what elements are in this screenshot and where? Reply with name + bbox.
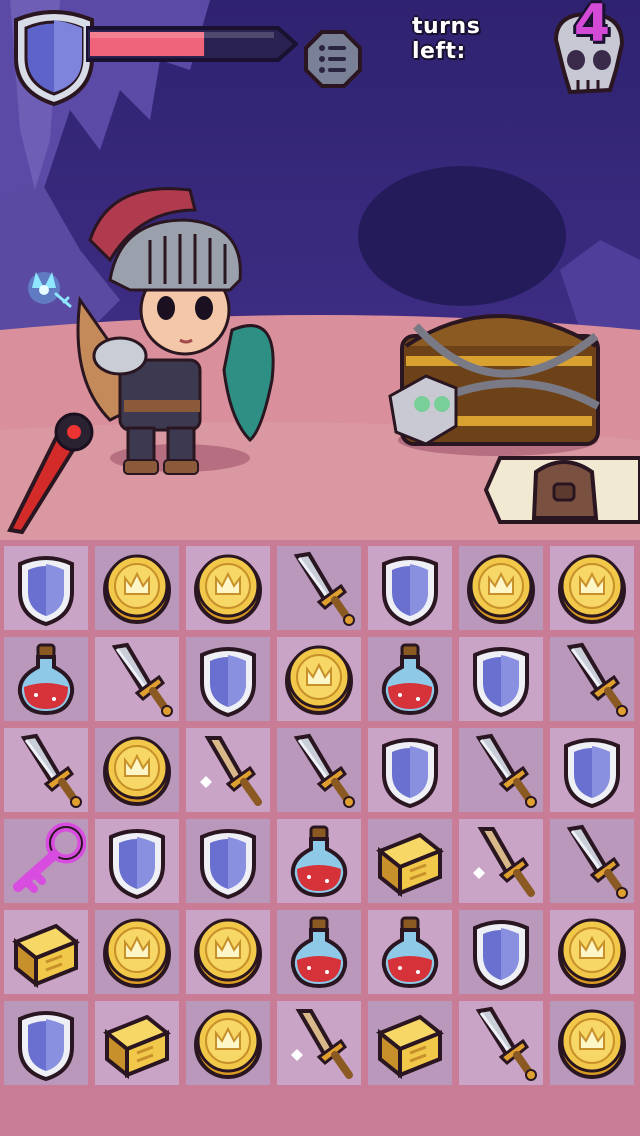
- board-tile[interactable]: [368, 728, 452, 812]
- key-icon: [13, 822, 86, 893]
- board-tile[interactable]: [277, 637, 361, 721]
- wood-sword-icon: [200, 736, 262, 806]
- potion-icon: [290, 916, 348, 989]
- coin-icon: [285, 645, 353, 715]
- board-tile[interactable]: [95, 910, 179, 994]
- board-tile[interactable]: [95, 637, 179, 721]
- sword-icon: [20, 733, 82, 808]
- board-tile[interactable]: [95, 1001, 179, 1085]
- board-tile[interactable]: [186, 1001, 270, 1085]
- gold-bar-icon: [12, 923, 80, 989]
- menu-button[interactable]: [304, 30, 362, 88]
- shield-icon: [382, 556, 438, 627]
- coin-icon: [194, 918, 262, 988]
- turns-left-count: 4: [573, 0, 611, 54]
- coin-icon: [558, 554, 626, 624]
- list-icon: [319, 45, 346, 73]
- hero-sword-icon: [7, 412, 94, 535]
- coin-icon: [558, 1009, 626, 1079]
- coin-icon: [194, 554, 262, 624]
- potion-icon: [17, 643, 75, 716]
- board-tile[interactable]: [95, 819, 179, 903]
- potion-icon: [381, 916, 439, 989]
- health-bar: [86, 26, 298, 62]
- loot-bag-slot[interactable]: [484, 450, 640, 530]
- board-tile[interactable]: [459, 546, 543, 630]
- board-tile[interactable]: [459, 1001, 543, 1085]
- board-tile[interactable]: [277, 1001, 361, 1085]
- gold-bar-icon: [103, 1014, 171, 1080]
- coin-icon: [558, 918, 626, 988]
- locked-treasure-chest: [388, 314, 600, 446]
- board-tile[interactable]: [95, 546, 179, 630]
- wood-sword-icon: [291, 1009, 353, 1079]
- board-tile[interactable]: [186, 637, 270, 721]
- board-tile[interactable]: [4, 819, 88, 903]
- shield-icon: [18, 556, 74, 627]
- sword-icon: [293, 551, 355, 626]
- coin-icon: [467, 554, 535, 624]
- board-tile[interactable]: [186, 546, 270, 630]
- board-tile[interactable]: [550, 1001, 634, 1085]
- shield-icon: [382, 738, 438, 809]
- potion-icon: [381, 643, 439, 716]
- shield-icon: [200, 829, 256, 900]
- board-tile[interactable]: [277, 728, 361, 812]
- board-tile[interactable]: [550, 728, 634, 812]
- knight-hero: [7, 187, 275, 535]
- board-tile[interactable]: [459, 637, 543, 721]
- coin-icon: [103, 736, 171, 806]
- board-tile[interactable]: [4, 546, 88, 630]
- shield-icon: [18, 1011, 74, 1082]
- sword-icon: [566, 824, 628, 899]
- board-tile[interactable]: [550, 910, 634, 994]
- sword-icon: [111, 642, 173, 717]
- sword-icon: [566, 642, 628, 717]
- coin-icon: [103, 918, 171, 988]
- board-tile[interactable]: [277, 546, 361, 630]
- board-tile[interactable]: [368, 637, 452, 721]
- board-tile[interactable]: [277, 910, 361, 994]
- turns-left-label: turns left:: [412, 14, 481, 64]
- board-tile[interactable]: [95, 728, 179, 812]
- shield-icon: [200, 647, 256, 718]
- board-tile[interactable]: [4, 637, 88, 721]
- board-tile[interactable]: [459, 910, 543, 994]
- shield-icon: [109, 829, 165, 900]
- sword-icon: [475, 733, 537, 808]
- board-tile[interactable]: [186, 728, 270, 812]
- board-tile[interactable]: [4, 728, 88, 812]
- hud: turns left: 4: [0, 0, 640, 110]
- shield-icon: [473, 647, 529, 718]
- board-tile[interactable]: [368, 910, 452, 994]
- board-tile[interactable]: [277, 819, 361, 903]
- board-tile[interactable]: [4, 1001, 88, 1085]
- board-tile[interactable]: [550, 546, 634, 630]
- bag-icon: [531, 460, 599, 520]
- gold-bar-icon: [376, 1014, 444, 1080]
- board-tile[interactable]: [550, 637, 634, 721]
- board-tile[interactable]: [368, 819, 452, 903]
- gold-bar-icon: [376, 832, 444, 898]
- shield-icon: [473, 920, 529, 991]
- coin-icon: [103, 554, 171, 624]
- potion-icon: [290, 825, 348, 898]
- board-tile[interactable]: [459, 728, 543, 812]
- board-tile[interactable]: [368, 1001, 452, 1085]
- sword-icon: [293, 733, 355, 808]
- shield-icon: [564, 738, 620, 809]
- board-tile[interactable]: [368, 546, 452, 630]
- board-tile[interactable]: [459, 819, 543, 903]
- board-tile[interactable]: [186, 819, 270, 903]
- wood-sword-icon: [473, 827, 535, 897]
- board-tile[interactable]: [186, 910, 270, 994]
- board-tile[interactable]: [4, 910, 88, 994]
- sword-icon: [475, 1006, 537, 1081]
- coin-icon: [194, 1009, 262, 1079]
- board-tile[interactable]: [550, 819, 634, 903]
- puzzle-board: [0, 540, 640, 1136]
